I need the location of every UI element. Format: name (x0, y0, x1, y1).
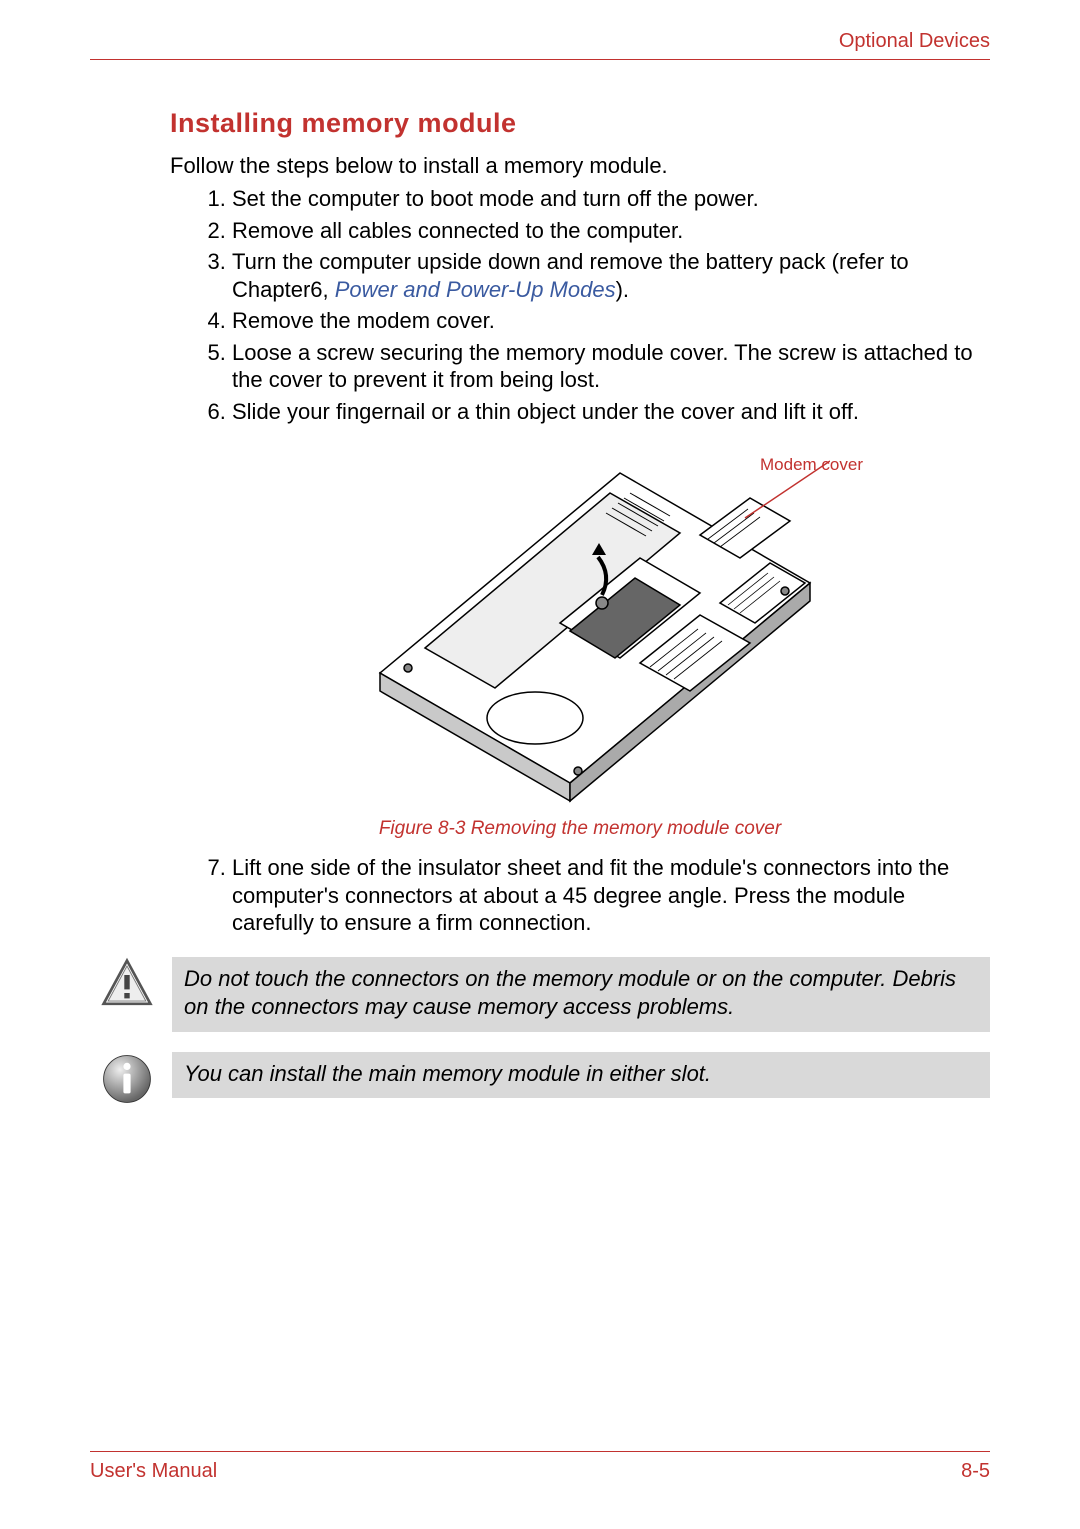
info-text: You can install the main memory module i… (172, 1052, 990, 1099)
figure-caption: Figure 8-3 Removing the memory module co… (170, 818, 990, 840)
step-5: Loose a screw securing the memory module… (232, 339, 990, 394)
content-area: Installing memory module Follow the step… (90, 108, 990, 1106)
page-header: Optional Devices (90, 30, 990, 60)
step-3: Turn the computer upside down and remove… (232, 248, 990, 303)
info-icon (100, 1052, 154, 1106)
step-2: Remove all cables connected to the compu… (232, 217, 990, 245)
step-1: Set the computer to boot mode and turn o… (232, 185, 990, 213)
header-chapter: Optional Devices (839, 30, 990, 52)
step-4: Remove the modem cover. (232, 307, 990, 335)
figure-block: Modem cover (170, 443, 990, 840)
caution-row: Do not touch the connectors on the memor… (100, 957, 990, 1032)
steps-list: Set the computer to boot mode and turn o… (170, 185, 990, 425)
intro-text: Follow the steps below to install a memo… (170, 153, 990, 179)
power-modes-link[interactable]: Power and Power-Up Modes (335, 277, 616, 302)
step-6: Slide your fingernail or a thin object u… (232, 398, 990, 426)
laptop-bottom-illustration (330, 443, 830, 803)
callout-modem-cover: Modem cover (760, 455, 863, 475)
step-3-post: ). (616, 277, 629, 302)
footer-left: User's Manual (90, 1460, 217, 1483)
step-7: Lift one side of the insulator sheet and… (232, 854, 990, 937)
caution-icon (100, 957, 154, 1011)
section-heading: Installing memory module (170, 108, 990, 139)
info-row: You can install the main memory module i… (100, 1052, 990, 1106)
page-footer: User's Manual 8-5 (90, 1451, 990, 1483)
caution-text: Do not touch the connectors on the memor… (172, 957, 990, 1032)
manual-page: Optional Devices Installing memory modul… (0, 0, 1080, 1529)
steps-list-2: Lift one side of the insulator sheet and… (170, 854, 990, 937)
footer-page-number: 8-5 (961, 1460, 990, 1483)
